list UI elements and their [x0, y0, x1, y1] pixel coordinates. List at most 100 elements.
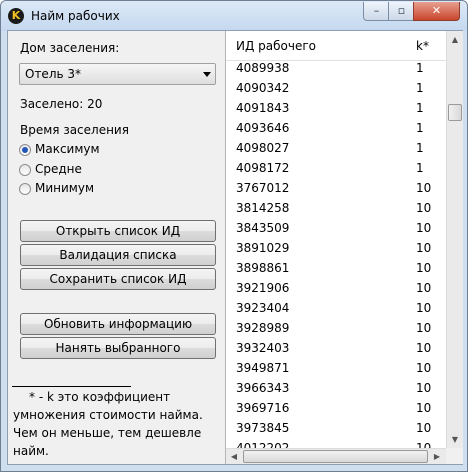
table-row[interactable]: 3843509 10 [226, 218, 446, 238]
table-row[interactable]: 3767012 10 [226, 178, 446, 198]
footnote-line1: * - k это коэффициент [29, 390, 171, 404]
k-coefficient-cell: 10 [416, 441, 432, 448]
maximize-button[interactable]: ▫ [388, 2, 415, 21]
scroll-down-icon[interactable]: ▼ [447, 431, 463, 448]
validate-list-button[interactable]: Валидация списка [20, 244, 216, 266]
title-bar[interactable]: K Найм рабочих – ▫ ✕ [1, 1, 467, 31]
worker-id-cell: 4098172 [236, 161, 290, 175]
table-header: ИД рабочего k* [226, 31, 446, 61]
hire-selected-button[interactable]: Нанять выбранного [20, 337, 216, 359]
k-coefficient-cell: 1 [416, 101, 424, 115]
radio-medium-label[interactable]: Средне [35, 162, 82, 176]
settled-count: Заселено: 20 [20, 97, 103, 111]
table-row[interactable]: 4090342 1 [226, 78, 446, 98]
chevron-down-icon [203, 72, 211, 77]
worker-id-cell: 4090342 [236, 81, 290, 95]
table-row[interactable]: 3898861 10 [226, 258, 446, 278]
k-coefficient-cell: 10 [416, 241, 432, 255]
k-coefficient-cell: 1 [416, 161, 424, 175]
footnote-rest: умножения стоимости найма. Чем он меньше… [13, 408, 203, 458]
k-coefficient-cell: 10 [416, 321, 432, 335]
table-row[interactable]: 3973845 10 [226, 418, 446, 438]
radio-maximum-label[interactable]: Максимум [35, 142, 100, 156]
settings-panel: Дом заселения: Отель 3* Заселено: 20 Вре… [8, 31, 225, 464]
worker-id-cell: 4091843 [236, 101, 290, 115]
radio-minimum-label[interactable]: Минимум [35, 181, 94, 195]
k-coefficient-cell: 10 [416, 181, 432, 195]
save-list-button[interactable]: Сохранить список ИД [20, 268, 216, 290]
table-row[interactable]: 4012202 10 [226, 438, 446, 448]
table-row[interactable]: 4089938 1 [226, 58, 446, 78]
worker-id-cell: 4089938 [236, 61, 290, 75]
worker-id-cell: 3891029 [236, 241, 290, 255]
worker-id-cell: 3966343 [236, 381, 290, 395]
scroll-left-icon[interactable]: ◀ [226, 449, 242, 465]
table-row[interactable]: 3932403 10 [226, 338, 446, 358]
minimize-button[interactable]: – [363, 2, 390, 21]
worker-id-cell: 3949871 [236, 361, 290, 375]
worker-id-cell: 3928989 [236, 321, 290, 335]
k-coefficient-cell: 10 [416, 301, 432, 315]
table-row[interactable]: 4091843 1 [226, 98, 446, 118]
worker-id-cell: 3843509 [236, 221, 290, 235]
worker-id-cell: 3932403 [236, 341, 290, 355]
house-select[interactable]: Отель 3* [19, 63, 216, 85]
k-coefficient-cell: 10 [416, 201, 432, 215]
horizontal-scroll-thumb[interactable] [243, 450, 428, 463]
worker-id-cell: 3767012 [236, 181, 290, 195]
worker-id-cell: 4093646 [236, 121, 290, 135]
k-coefficient-cell: 10 [416, 281, 432, 295]
column-header-k[interactable]: k* [416, 39, 429, 53]
table-row[interactable]: 3928989 10 [226, 318, 446, 338]
table-row[interactable]: 3891029 10 [226, 238, 446, 258]
k-coefficient-cell: 1 [416, 81, 424, 95]
horizontal-scrollbar[interactable]: ◀ ▶ [226, 448, 446, 464]
table-row[interactable]: 3923404 10 [226, 298, 446, 318]
table-row[interactable]: 4098027 1 [226, 138, 446, 158]
time-label: Время заселения [20, 123, 129, 137]
footnote-divider [12, 386, 131, 387]
house-label: Дом заселения: [20, 41, 120, 55]
scroll-up-icon[interactable]: ▲ [447, 31, 463, 48]
radio-minimum[interactable] [19, 183, 31, 195]
column-header-id[interactable]: ИД рабочего [236, 39, 316, 53]
radio-medium[interactable] [19, 164, 31, 176]
vertical-scrollbar[interactable]: ▲ ▼ [446, 31, 463, 448]
open-list-button[interactable]: Открыть список ИД [20, 220, 216, 242]
table-row[interactable]: 3814258 10 [226, 198, 446, 218]
table-row[interactable]: 3921906 10 [226, 278, 446, 298]
k-coefficient-cell: 1 [416, 141, 424, 155]
refresh-info-button[interactable]: Обновить информацию [20, 313, 216, 335]
scroll-right-icon[interactable]: ▶ [429, 449, 445, 465]
window-title: Найм рабочих [31, 9, 120, 23]
k-coefficient-cell: 10 [416, 361, 432, 375]
k-coefficient-cell: 10 [416, 381, 432, 395]
vertical-scroll-thumb[interactable] [448, 104, 462, 121]
worker-id-cell: 3898861 [236, 261, 290, 275]
worker-id-cell: 3969716 [236, 401, 290, 415]
house-select-value: Отель 3* [25, 67, 82, 81]
footnote: * - k это коэффициент умножения стоимост… [13, 388, 221, 460]
k-coefficient-cell: 10 [416, 341, 432, 355]
k-coefficient-cell: 1 [416, 121, 424, 135]
client-area: Дом заселения: Отель 3* Заселено: 20 Вре… [7, 30, 463, 465]
table-row[interactable]: 3949871 10 [226, 358, 446, 378]
table-row[interactable]: 4098172 1 [226, 158, 446, 178]
k-coefficient-cell: 1 [416, 61, 424, 75]
close-button[interactable]: ✕ [413, 2, 460, 21]
worker-id-cell: 3814258 [236, 201, 290, 215]
worker-id-cell: 4012202 [236, 441, 290, 448]
table-row[interactable]: 4093646 1 [226, 118, 446, 138]
table-row[interactable]: 3966343 10 [226, 378, 446, 398]
k-coefficient-cell: 10 [416, 221, 432, 235]
table-body: 4089938 1 4090342 1 4091843 1 4093646 1 4098027 1… [226, 58, 446, 448]
table-row[interactable]: 3969716 10 [226, 398, 446, 418]
worker-id-cell: 4098027 [236, 141, 290, 155]
workers-table[interactable]: ИД рабочего k* 4089938 1 4090342 1 4091843 1 4… [225, 31, 463, 464]
k-coefficient-cell: 10 [416, 421, 432, 435]
k-coefficient-cell: 10 [416, 261, 432, 275]
scroll-corner [446, 448, 463, 464]
main-window: K Найм рабочих – ▫ ✕ Дом заселения: Отел… [0, 0, 468, 472]
radio-maximum[interactable] [19, 144, 31, 156]
worker-id-cell: 3973845 [236, 421, 290, 435]
